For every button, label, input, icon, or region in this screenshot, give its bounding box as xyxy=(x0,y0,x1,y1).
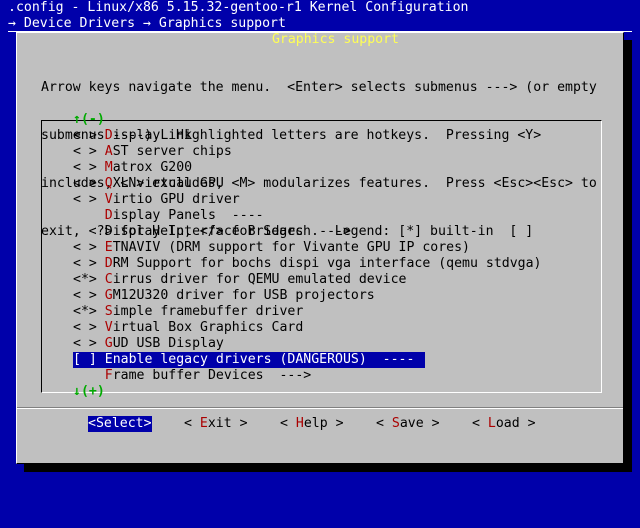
menu-item-simple-framebuffer[interactable]: <*> Simple framebuffer driver xyxy=(73,304,425,320)
menu-item-virtio-gpu-driver[interactable]: < > Virtio GPU driver xyxy=(73,192,425,208)
breadcrumb-arrow-icon: → xyxy=(135,16,159,31)
menu-item-display-panels[interactable]: Display Panels ---- xyxy=(73,208,425,224)
menu-item-gud-usb-display[interactable]: < > GUD USB Display xyxy=(73,336,425,352)
scroll-down-indicator-icon[interactable]: ↓(+) xyxy=(73,384,105,400)
dialog-shadow-right xyxy=(624,40,632,472)
dialog-title: Graphics support xyxy=(264,32,407,47)
menu-item-displaylink[interactable]: < > DisplayLink xyxy=(73,128,425,144)
button-bar: <Select> < Exit > < Help > < Save > < Lo… xyxy=(17,416,623,432)
select-button[interactable]: <Select> xyxy=(88,416,152,432)
menu-item-qxl-virtual-gpu[interactable]: < > QXL virtual GPU xyxy=(73,176,425,192)
window-title: .config - Linux/x86 5.15.32-gentoo-r1 Ke… xyxy=(8,0,469,15)
menu-item-drm-bochs[interactable]: < > DRM Support for bochs dispi vga inte… xyxy=(73,256,541,272)
breadcrumb-arrow-icon: → xyxy=(8,16,24,31)
button-bar-divider xyxy=(17,408,623,409)
exit-button[interactable]: < Exit > xyxy=(184,416,248,432)
save-button[interactable]: < Save > xyxy=(376,416,440,432)
breadcrumb-item-device-drivers: Device Drivers xyxy=(23,16,136,31)
dialog-shadow-bottom xyxy=(24,464,632,472)
breadcrumb-item-graphics-support: Graphics support xyxy=(158,16,286,31)
menu-dialog: Graphics support Arrow keys navigate the… xyxy=(16,32,624,464)
breadcrumb: → Device Drivers → Graphics support xyxy=(8,16,286,32)
help-button[interactable]: < Help > xyxy=(280,416,344,432)
menu-item-ast-server-chips[interactable]: < > AST server chips xyxy=(73,144,425,160)
menu-item-frame-buffer-devices[interactable]: Frame buffer Devices ---> xyxy=(73,368,425,384)
help-line: Arrow keys navigate the menu. <Enter> se… xyxy=(41,80,597,95)
menu-list: < > DisplayLink < > AST server chips < >… xyxy=(73,128,541,384)
menu-item-matrox-g200[interactable]: < > Matrox G200 xyxy=(73,160,425,176)
menu-item-virtual-box-graphics[interactable]: < > Virtual Box Graphics Card xyxy=(73,320,425,336)
menu-item-etnaviv[interactable]: < > ETNAVIV (DRM support for Vivante GPU… xyxy=(73,240,470,256)
menu-item-cirrus-driver[interactable]: <*> Cirrus driver for QEMU emulated devi… xyxy=(73,272,425,288)
menu-item-gm12u320[interactable]: < > GM12U320 driver for USB projectors xyxy=(73,288,425,304)
scroll-up-indicator-icon[interactable]: ↑(-) xyxy=(73,112,105,128)
load-button[interactable]: < Load > xyxy=(472,416,536,432)
menu-item-display-interface-bridges[interactable]: Display Interface Bridges ---> xyxy=(73,224,425,240)
menu-item-enable-legacy-drivers[interactable]: [ ] Enable legacy drivers (DANGEROUS) --… xyxy=(73,352,425,368)
